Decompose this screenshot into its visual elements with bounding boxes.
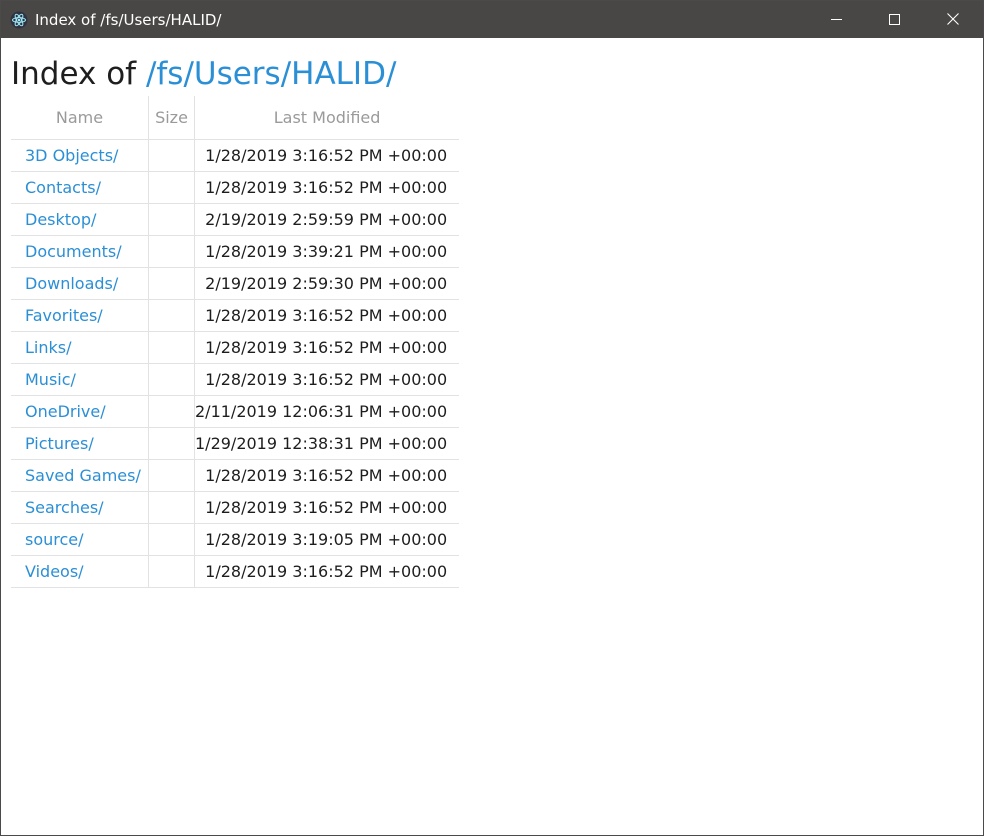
folder-link[interactable]: Pictures/	[25, 434, 94, 453]
size-cell	[148, 299, 195, 332]
window-title: Index of /fs/Users/HALID/	[35, 11, 222, 29]
table-row: Favorites/1/28/2019 3:16:52 PM +00:00	[11, 299, 460, 332]
size-cell	[148, 331, 195, 364]
table-header-row: Name Size Last Modified	[11, 96, 460, 140]
column-header-size: Size	[148, 96, 195, 140]
table-row: Searches/1/28/2019 3:16:52 PM +00:00	[11, 491, 460, 524]
minimize-icon	[830, 10, 842, 29]
folder-link[interactable]: Downloads/	[25, 274, 118, 293]
size-cell	[148, 427, 195, 460]
table-row: Desktop/2/19/2019 2:59:59 PM +00:00	[11, 203, 460, 236]
page-content: Index of /fs/Users/HALID/ Name Size Last…	[1, 38, 983, 835]
size-cell	[148, 267, 195, 300]
table-row: Music/1/28/2019 3:16:52 PM +00:00	[11, 363, 460, 396]
name-cell: Pictures/	[11, 427, 149, 460]
last-modified-cell: 1/28/2019 3:16:52 PM +00:00	[194, 555, 460, 588]
heading-path: /fs/Users/HALID/	[145, 56, 397, 92]
folder-link[interactable]: Links/	[25, 338, 72, 357]
table-row: Contacts/1/28/2019 3:16:52 PM +00:00	[11, 171, 460, 204]
browser-window: Index of /fs/Users/HALID/ Index of /fs/U…	[0, 0, 984, 836]
folder-link[interactable]: Searches/	[25, 498, 104, 517]
size-cell	[148, 459, 195, 492]
name-cell: Documents/	[11, 235, 149, 268]
name-cell: Saved Games/	[11, 459, 149, 492]
name-cell: Downloads/	[11, 267, 149, 300]
table-row: Pictures/1/29/2019 12:38:31 PM +00:00	[11, 427, 460, 460]
folder-link[interactable]: Contacts/	[25, 178, 101, 197]
size-cell	[148, 555, 195, 588]
size-cell	[148, 363, 195, 396]
size-cell	[148, 139, 195, 172]
table-row: 3D Objects/1/28/2019 3:16:52 PM +00:00	[11, 139, 460, 172]
title-bar[interactable]: Index of /fs/Users/HALID/	[1, 1, 983, 38]
last-modified-cell: 1/28/2019 3:16:52 PM +00:00	[194, 171, 460, 204]
folder-link[interactable]: OneDrive/	[25, 402, 106, 421]
last-modified-cell: 1/29/2019 12:38:31 PM +00:00	[194, 427, 460, 460]
folder-link[interactable]: 3D Objects/	[25, 146, 118, 165]
table-row: Videos/1/28/2019 3:16:52 PM +00:00	[11, 555, 460, 588]
folder-link[interactable]: Saved Games/	[25, 466, 141, 485]
name-cell: source/	[11, 523, 149, 556]
name-cell: Favorites/	[11, 299, 149, 332]
size-cell	[148, 491, 195, 524]
size-cell	[148, 523, 195, 556]
last-modified-cell: 1/28/2019 3:16:52 PM +00:00	[194, 363, 460, 396]
last-modified-cell: 1/28/2019 3:16:52 PM +00:00	[194, 459, 460, 492]
last-modified-cell: 1/28/2019 3:16:52 PM +00:00	[194, 331, 460, 364]
last-modified-cell: 1/28/2019 3:19:05 PM +00:00	[194, 523, 460, 556]
table-row: source/1/28/2019 3:19:05 PM +00:00	[11, 523, 460, 556]
folder-link[interactable]: Desktop/	[25, 210, 96, 229]
close-button[interactable]	[924, 1, 982, 38]
size-cell	[148, 171, 195, 204]
maximize-icon	[888, 10, 900, 29]
last-modified-cell: 1/28/2019 3:16:52 PM +00:00	[194, 299, 460, 332]
name-cell: Links/	[11, 331, 149, 364]
minimize-button[interactable]	[807, 1, 865, 38]
last-modified-cell: 1/28/2019 3:16:52 PM +00:00	[194, 139, 460, 172]
name-cell: Contacts/	[11, 171, 149, 204]
table-body: 3D Objects/1/28/2019 3:16:52 PM +00:00 Co…	[11, 139, 460, 588]
table-row: Links/1/28/2019 3:16:52 PM +00:00	[11, 331, 460, 364]
size-cell	[148, 203, 195, 236]
size-cell	[148, 235, 195, 268]
table-row: OneDrive/2/11/2019 12:06:31 PM +00:00	[11, 395, 460, 428]
column-header-name: Name	[11, 96, 149, 140]
last-modified-cell: 2/19/2019 2:59:30 PM +00:00	[194, 267, 460, 300]
folder-link[interactable]: Favorites/	[25, 306, 103, 325]
name-cell: Videos/	[11, 555, 149, 588]
folder-link[interactable]: Documents/	[25, 242, 122, 261]
folder-link[interactable]: Music/	[25, 370, 76, 389]
close-icon	[947, 10, 959, 29]
heading-prefix: Index of	[11, 56, 137, 92]
table-row: Downloads/2/19/2019 2:59:30 PM +00:00	[11, 267, 460, 300]
last-modified-cell: 1/28/2019 3:39:21 PM +00:00	[194, 235, 460, 268]
folder-link[interactable]: Videos/	[25, 562, 84, 581]
name-cell: OneDrive/	[11, 395, 149, 428]
name-cell: Searches/	[11, 491, 149, 524]
column-header-last-modified: Last Modified	[194, 96, 460, 140]
last-modified-cell: 2/19/2019 2:59:59 PM +00:00	[194, 203, 460, 236]
name-cell: Desktop/	[11, 203, 149, 236]
last-modified-cell: 1/28/2019 3:16:52 PM +00:00	[194, 491, 460, 524]
directory-table: Name Size Last Modified 3D Objects/1/28/…	[11, 96, 460, 588]
last-modified-cell: 2/11/2019 12:06:31 PM +00:00	[194, 395, 460, 428]
folder-link[interactable]: source/	[25, 530, 84, 549]
table-row: Saved Games/1/28/2019 3:16:52 PM +00:00	[11, 459, 460, 492]
table-row: Documents/1/28/2019 3:39:21 PM +00:00	[11, 235, 460, 268]
name-cell: 3D Objects/	[11, 139, 149, 172]
maximize-button[interactable]	[865, 1, 923, 38]
size-cell	[148, 395, 195, 428]
page-heading: Index of /fs/Users/HALID/	[11, 54, 396, 94]
name-cell: Music/	[11, 363, 149, 396]
electron-app-icon	[10, 11, 28, 29]
